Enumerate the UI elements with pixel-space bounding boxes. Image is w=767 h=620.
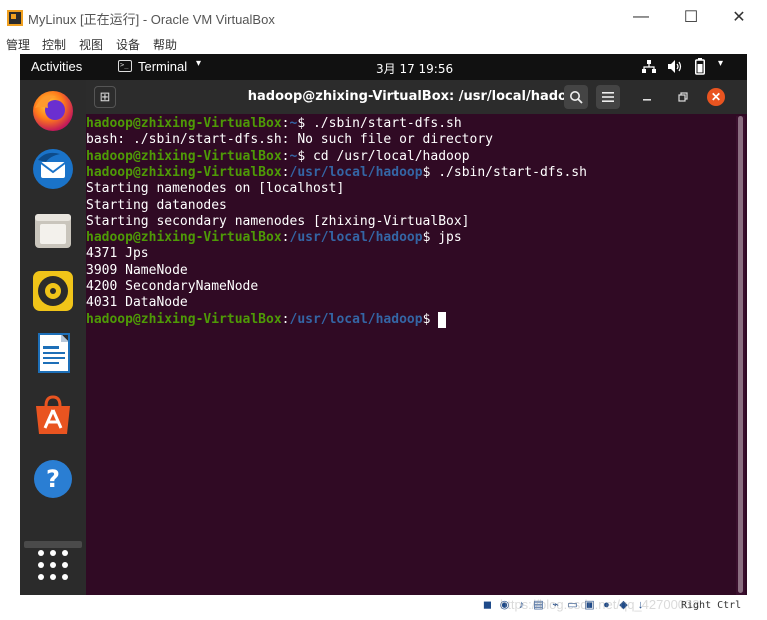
hard-disk-icon[interactable]: ◼ [480,598,495,613]
show-applications-icon[interactable] [36,548,70,582]
text-cursor [438,311,447,328]
output-text: Starting namenodes on [localhost] [86,181,345,197]
command-text: cd /usr/local/hadoop [305,148,470,164]
output-text: Starting secondary namenodes [zhixing-Vi… [86,213,470,229]
output-text: 4371 Jps [86,246,149,262]
prompt-user-host: hadoop@zhixing-VirtualBox [86,311,282,327]
prompt-symbol: $ [297,116,306,131]
terminal-prompt-line: hadoop@zhixing-VirtualBox:~$ ./sbin/star… [86,116,462,132]
clock[interactable]: 3月 17 19:56 [376,60,453,77]
rhythmbox-icon[interactable] [32,270,74,312]
terminal-minimize-button[interactable] [638,88,656,106]
hamburger-menu-icon [602,92,614,102]
virtualbox-app-icon [7,10,23,26]
window-minimize-button[interactable]: — [621,5,661,29]
terminal-prompt-line: hadoop@zhixing-VirtualBox:~$ cd /usr/loc… [86,149,470,165]
guest-screen: Activities >_ Terminal ▾ 3月 17 19:56 ▾ ?… [20,54,747,595]
gnome-top-bar: Activities >_ Terminal ▾ 3月 17 19:56 ▾ [20,54,747,80]
terminal-header-bar: ⊞ hadoop@zhixing-VirtualBox: /usr/local/… [86,80,747,114]
prompt-user-host: hadoop@zhixing-VirtualBox [86,148,282,164]
prompt-path: /usr/local/hadoop [289,311,423,327]
prompt-separator: : [281,164,290,180]
help-icon[interactable]: ? [32,458,74,500]
terminal-output-line: 4200 SecondaryNameNode [86,279,258,295]
app-menu-chevron-down-icon[interactable]: ▾ [196,58,201,69]
prompt-path: /usr/local/hadoop [289,164,423,180]
firefox-icon[interactable] [32,90,74,132]
files-icon[interactable] [32,210,74,252]
output-text: 4200 SecondaryNameNode [86,279,259,294]
terminal-window: ⊞ hadoop@zhixing-VirtualBox: /usr/local/… [86,80,747,595]
output-text: 4031 DataNode [86,295,188,311]
prompt-user-host: hadoop@zhixing-VirtualBox [86,116,282,131]
ubuntu-dock: ? [20,80,86,595]
window-maximize-button[interactable]: ☐ [671,5,711,29]
prompt-path: /usr/local/hadoop [289,230,423,246]
thunderbird-icon[interactable] [32,148,74,190]
prompt-separator: : [281,230,290,246]
window-close-button[interactable]: ✕ [719,5,759,29]
prompt-symbol: $ [297,148,306,164]
prompt-separator: : [281,148,290,164]
output-text: Starting datanodes [86,197,227,213]
menu-devices[interactable]: 设备 [116,36,140,53]
terminal-output-line: Starting namenodes on [localhost] [86,181,344,197]
terminal-output-line: 3909 NameNode [86,263,188,279]
prompt-separator: : [281,116,290,131]
command-text: jps [430,230,462,246]
search-icon [570,91,583,104]
prompt-user-host: hadoop@zhixing-VirtualBox [86,230,282,246]
terminal-close-button[interactable]: ✕ [707,88,725,106]
prompt-user-host: hadoop@zhixing-VirtualBox [86,164,282,180]
host-menu-bar: 管理 控制 视图 设备 帮助 [0,34,767,54]
terminal-output-line: 4031 DataNode [86,295,188,311]
terminal-scrollbar[interactable] [736,116,745,595]
command-text: ./sbin/start-dfs.sh [430,164,587,180]
software-center-icon[interactable] [32,394,74,436]
terminal-app-icon: >_ [118,60,132,72]
terminal-output[interactable]: hadoop@zhixing-VirtualBox:~$ ./sbin/star… [86,116,736,595]
watermark-text: https://blog.csdn.net/qq_42700033 [500,597,700,612]
command-text [430,312,438,327]
volume-icon[interactable] [668,60,683,73]
terminal-output-line: bash: ./sbin/start-dfs.sh: No such file … [86,132,493,148]
libreoffice-writer-icon[interactable] [32,332,74,374]
terminal-prompt-line: hadoop@zhixing-VirtualBox:/usr/local/had… [86,230,462,246]
host-key-label: Right Ctrl [681,600,742,611]
host-title-bar: MyLinux [正在运行] - Oracle VM VirtualBox — … [0,0,767,34]
output-text: bash: ./sbin/start-dfs.sh: No such file … [86,132,493,148]
host-status-bar: ◼ ◉ ♪ ▤ ⌁ ▭ ▣ ● ◆ ↓ https://blog.csdn.ne… [0,595,767,620]
dock-separator [24,541,82,548]
terminal-maximize-button[interactable] [674,88,692,106]
svg-text:?: ? [46,465,60,493]
hamburger-menu-button[interactable] [596,85,620,109]
minimize-icon [643,99,651,101]
restore-icon [678,92,688,102]
terminal-output-line: Starting datanodes [86,198,227,214]
window-title: MyLinux [正在运行] - Oracle VM VirtualBox [28,12,275,27]
menu-manage[interactable]: 管理 [6,36,30,53]
terminal-output-line: Starting secondary namenodes [zhixing-Vi… [86,214,470,230]
output-text: 3909 NameNode [86,262,188,278]
menu-view[interactable]: 视图 [79,36,103,53]
menu-control[interactable]: 控制 [42,36,66,53]
battery-icon[interactable] [695,58,705,75]
activities-button[interactable]: Activities [31,59,82,74]
system-menu-chevron-down-icon[interactable]: ▾ [718,58,723,69]
terminal-output-line: 4371 Jps [86,246,149,262]
network-icon[interactable] [642,60,656,73]
terminal-prompt-line: hadoop@zhixing-VirtualBox:/usr/local/had… [86,311,447,328]
app-menu-button[interactable]: Terminal [138,59,187,74]
menu-help[interactable]: 帮助 [153,36,177,53]
terminal-prompt-line: hadoop@zhixing-VirtualBox:/usr/local/had… [86,165,587,181]
search-button[interactable] [564,85,588,109]
prompt-separator: : [281,311,290,327]
scrollbar-thumb[interactable] [738,116,743,593]
command-text: ./sbin/start-dfs.sh [305,116,462,131]
